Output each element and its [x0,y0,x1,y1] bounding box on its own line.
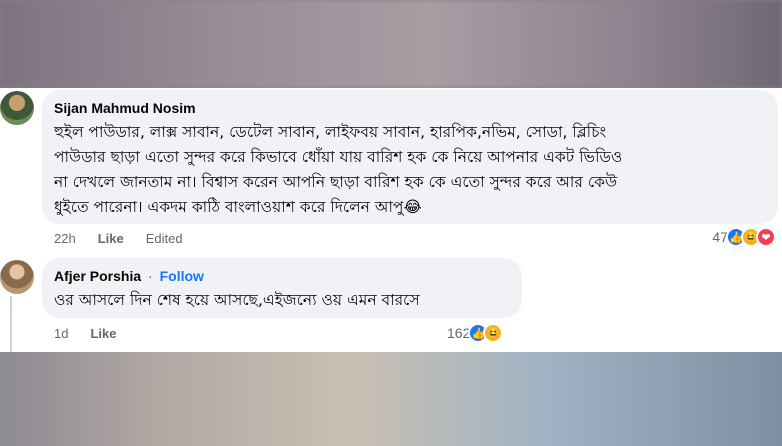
comment-text: হুইল পাউডার, লাক্স সাবান, ডেটেল সাবান, ল… [54,120,770,220]
comment-author[interactable]: Sijan Mahmud Nosim [54,100,196,116]
comment-timestamp[interactable]: 1d [54,326,68,341]
comment-author[interactable]: Afjer Porshia [54,268,141,284]
comment-bubble: Sijan Mahmud Nosim হুইল পাউডার, লাক্স সা… [42,90,778,224]
blurred-video-background-bottom [0,352,782,446]
comment-meta: 1d Like [54,326,116,341]
reaction-summary[interactable]: 162 👍 😆 [447,323,504,343]
reaction-summary[interactable]: 47 👍 😆 ❤ [712,227,776,247]
comment-line: ধুইতে পারেনা। একদম কাঠি বাংলাওয়াশ করে দ… [54,198,422,216]
comment-line: পাউডার ছাড়া এতো সুন্দর করে কিভাবে ধোঁয়… [54,148,623,166]
edited-label[interactable]: Edited [146,231,183,246]
comment-timestamp[interactable]: 22h [54,231,76,246]
like-button[interactable]: Like [90,326,116,341]
reaction-count: 162 [447,325,471,341]
comment-meta: 22h Like Edited [54,231,183,246]
blurred-video-background-top [0,0,782,88]
comment-text: ওর আসলে দিন শেষ হয়ে আসছে,এইজন্যে ওয় এম… [54,288,514,313]
comment-header: Afjer Porshia · Follow [54,268,204,284]
comment-bubble: Afjer Porshia · Follow ওর আসলে দিন শেষ হ… [42,258,522,318]
haha-icon: 😆 [483,323,504,343]
comment-line: না দেখলে জানতাম না। বিশ্বাস করেন আপনি ছা… [54,173,618,191]
comment-line: ওর আসলে দিন শেষ হয়ে আসছে,এইজন্যে ওয় এম… [54,291,420,309]
separator-dot: · [148,268,153,284]
follow-button[interactable]: Follow [160,268,204,284]
like-button[interactable]: Like [98,231,124,246]
comments-panel: Sijan Mahmud Nosim হুইল পাউডার, লাক্স সা… [0,88,782,352]
thread-line [10,296,12,352]
avatar[interactable] [0,260,34,294]
avatar[interactable] [0,91,34,125]
love-icon: ❤ [756,227,776,247]
comment-line: হুইল পাউডার, লাক্স সাবান, ডেটেল সাবান, ল… [54,123,607,141]
